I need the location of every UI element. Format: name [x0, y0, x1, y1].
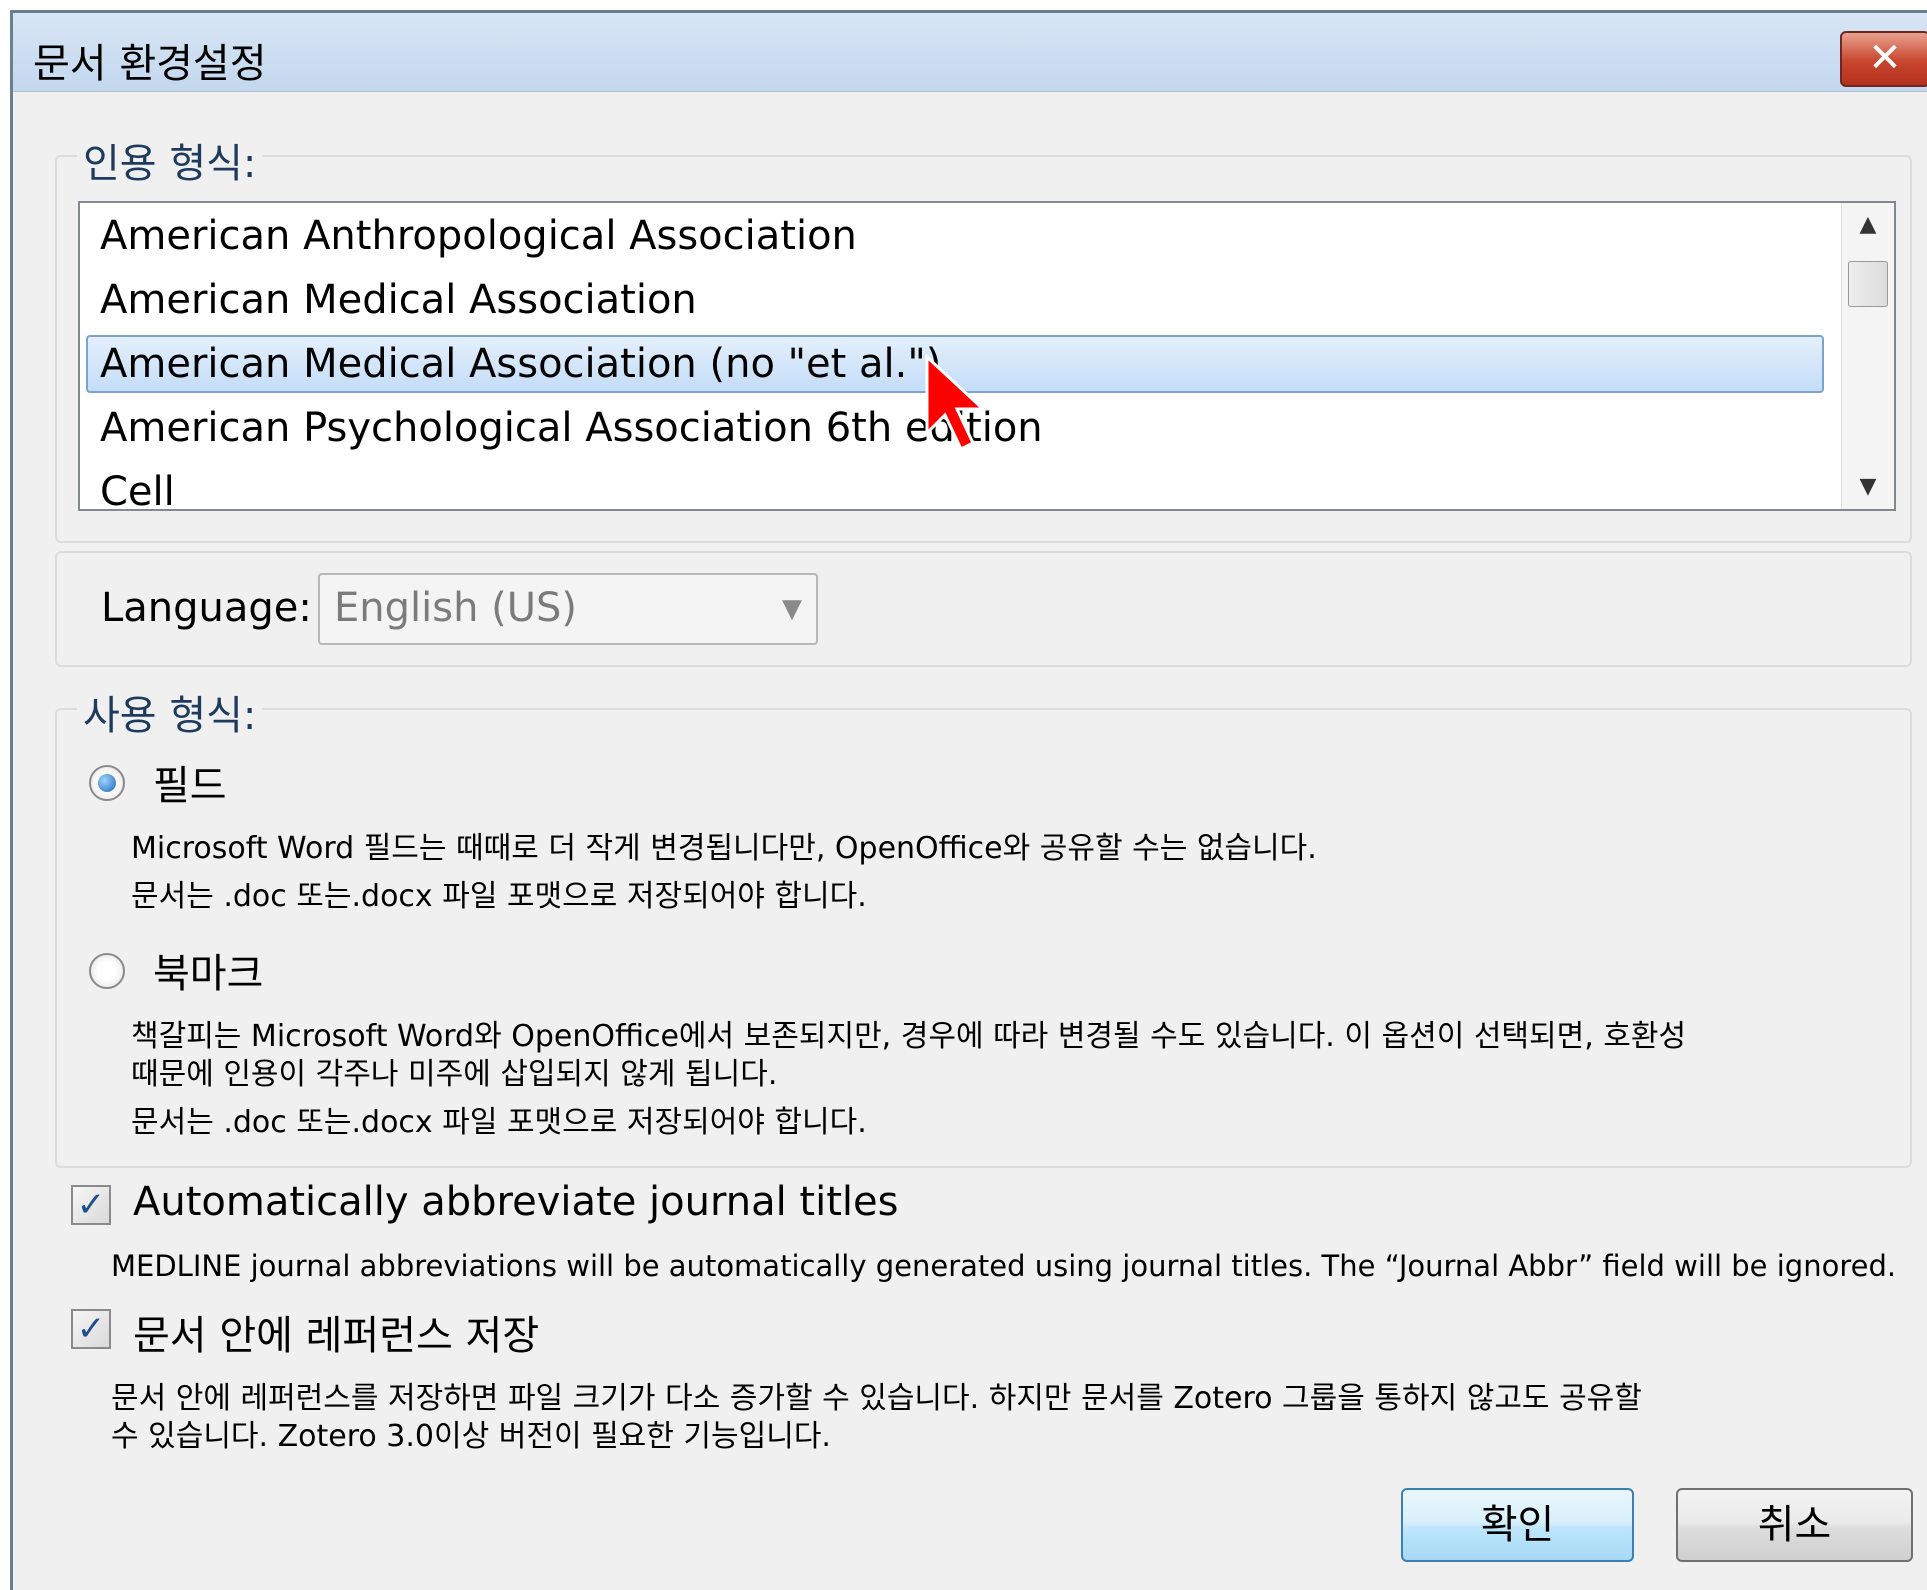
store-references-checkbox[interactable]: ✓: [71, 1309, 111, 1349]
close-button[interactable]: ✕: [1840, 31, 1927, 87]
list-item[interactable]: American Medical Association: [86, 271, 1824, 329]
bookmarks-description-line: 때문에 인용이 각주나 미주에 삽입되지 않게 됩니다.: [131, 1057, 778, 1092]
citation-style-legend: 인용 형식:: [77, 131, 263, 189]
title-bar: 문서 환경설정 ✕: [13, 13, 1927, 92]
list-scrollbar[interactable]: ▲ ▼: [1841, 203, 1894, 509]
cancel-button[interactable]: 취소: [1676, 1488, 1913, 1562]
list-item[interactable]: Cell: [86, 463, 1824, 509]
radio-selected-dot: [98, 774, 116, 792]
mouse-cursor-icon: [925, 353, 987, 452]
close-icon: ✕: [1868, 35, 1902, 81]
language-label: Language:: [101, 585, 312, 631]
bookmarks-description-line: 문서는 .doc 또는.docx 파일 포맷으로 저장되어야 합니다.: [131, 1105, 867, 1140]
checkmark-icon: ✓: [76, 1185, 106, 1225]
bookmarks-radio[interactable]: [89, 953, 125, 989]
scroll-thumb[interactable]: [1848, 261, 1888, 307]
abbreviate-label[interactable]: Automatically abbreviate journal titles: [133, 1179, 898, 1225]
bookmarks-radio-label[interactable]: 북마크: [153, 941, 263, 999]
format-legend: 사용 형식:: [77, 683, 263, 741]
abbreviate-description: MEDLINE journal abbreviations will be au…: [111, 1249, 1897, 1283]
abbreviate-checkbox[interactable]: ✓: [71, 1185, 111, 1225]
checkmark-icon: ✓: [76, 1309, 106, 1349]
ok-button[interactable]: 확인: [1401, 1488, 1634, 1562]
store-references-description-line: 수 있습니다. Zotero 3.0이상 버전이 필요한 기능입니다.: [111, 1419, 831, 1454]
language-dropdown[interactable]: English (US) ▼: [318, 573, 818, 645]
scroll-down-icon[interactable]: ▼: [1842, 465, 1894, 509]
document-preferences-dialog: 문서 환경설정 ✕ 인용 형식: American Anthropologica…: [10, 10, 1927, 1590]
fields-description-line: Microsoft Word 필드는 때때로 더 작게 변경됩니다만, Open…: [131, 831, 1317, 866]
chevron-down-icon: ▼: [782, 594, 802, 624]
fields-radio-label[interactable]: 필드: [153, 753, 227, 811]
store-references-label[interactable]: 문서 안에 레퍼런스 저장: [133, 1303, 539, 1361]
fields-description-line: 문서는 .doc 또는.docx 파일 포맷으로 저장되어야 합니다.: [131, 879, 867, 914]
list-item[interactable]: American Anthropological Association: [86, 207, 1824, 265]
language-value: English (US): [334, 585, 578, 631]
fields-radio[interactable]: [89, 765, 125, 801]
scroll-up-icon[interactable]: ▲: [1842, 203, 1894, 247]
window-title: 문서 환경설정: [33, 41, 267, 87]
